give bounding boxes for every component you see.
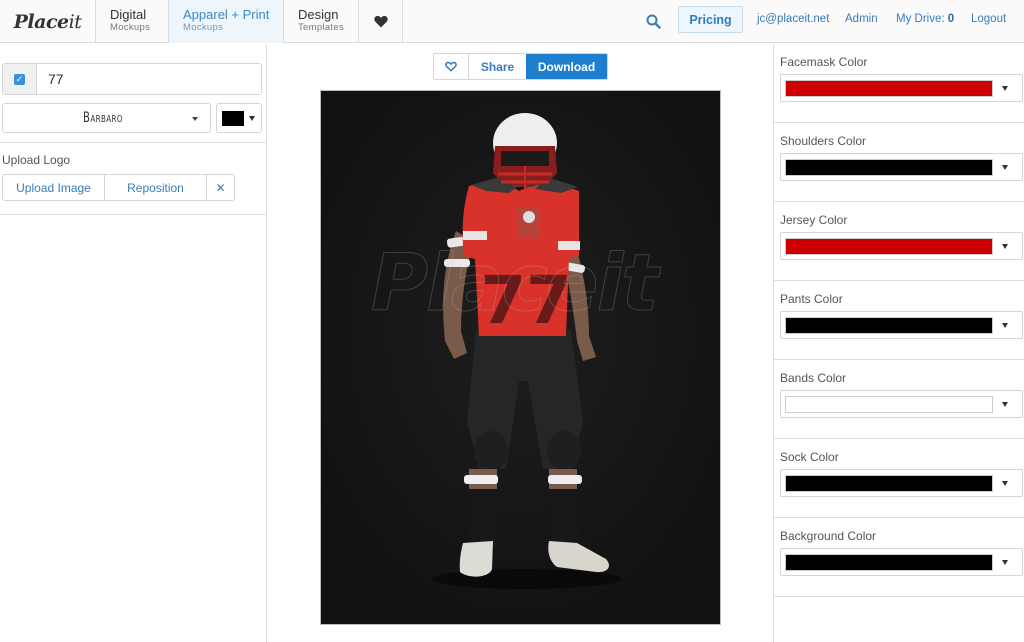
caret-down-icon xyxy=(249,116,255,121)
color-option-label: Jersey Color xyxy=(780,213,848,227)
color-option-sock: Sock Color xyxy=(774,439,1024,518)
nav-tab-digital-mockups[interactable]: Digital Mockups xyxy=(95,0,168,43)
close-icon: ✕ xyxy=(215,180,226,195)
nav-tab-apparel-print-mockups[interactable]: Apparel + Print Mockups xyxy=(168,0,283,43)
favorite-button[interactable] xyxy=(434,54,469,79)
caret-down-icon xyxy=(1002,86,1008,91)
search-button[interactable] xyxy=(643,10,663,32)
jersey-number-text: 77 xyxy=(480,262,572,339)
my-drive-count: 0 xyxy=(947,13,955,25)
color-swatch xyxy=(785,396,993,413)
reposition-button[interactable]: Reposition xyxy=(105,175,207,200)
color-swatch xyxy=(785,80,993,97)
nav-tab-subtitle: Mockups xyxy=(183,22,224,33)
caret-down-icon xyxy=(1002,323,1008,328)
pricing-button[interactable]: Pricing xyxy=(678,6,743,33)
upload-logo-button-group: Upload Image Reposition ✕ xyxy=(2,174,235,201)
color-swatch xyxy=(785,475,993,492)
color-option-dropdown[interactable] xyxy=(780,548,1023,576)
color-option-dropdown[interactable] xyxy=(780,232,1023,260)
color-option-label: Sock Color xyxy=(780,450,839,464)
color-option-dropdown[interactable] xyxy=(780,153,1023,181)
text-color-dropdown[interactable] xyxy=(216,103,262,133)
customization-panel: ✓ Barbaro Upload Logo Upload Image Repos… xyxy=(0,44,267,642)
color-option-dropdown[interactable] xyxy=(780,311,1023,339)
jersey-number-input[interactable] xyxy=(37,64,261,94)
logo-text-bold: Place xyxy=(13,10,69,33)
color-option-dropdown[interactable] xyxy=(780,469,1023,497)
my-drive-label: My Drive: xyxy=(896,13,945,25)
my-drive-link[interactable]: My Drive: 0 xyxy=(896,13,954,25)
nav-tab-subtitle: Mockups xyxy=(110,22,151,33)
share-button[interactable]: Share xyxy=(469,54,526,79)
color-option-dropdown[interactable] xyxy=(780,390,1023,418)
color-option-label: Facemask Color xyxy=(780,55,868,69)
caret-down-icon xyxy=(1002,244,1008,249)
nav-tab-subtitle: Templates xyxy=(298,22,344,33)
caret-down-icon xyxy=(1002,560,1008,565)
football-player-illustration: 77 xyxy=(321,91,720,624)
color-option-label: Bands Color xyxy=(780,371,847,385)
color-option-label: Pants Color xyxy=(780,292,843,306)
top-nav-bar: Place it Digital Mockups Apparel + Print … xyxy=(0,0,1024,43)
nav-tab-title: Design xyxy=(298,7,339,22)
font-select-value: Barbaro xyxy=(83,110,123,126)
section-divider xyxy=(0,142,266,143)
jersey-number-field-group: ✓ xyxy=(2,63,262,95)
caret-down-icon xyxy=(1002,402,1008,407)
clear-logo-button[interactable]: ✕ xyxy=(207,175,234,200)
download-button[interactable]: Download xyxy=(526,54,607,79)
checkbox-checked-icon: ✓ xyxy=(14,73,25,85)
color-option-label: Background Color xyxy=(780,529,877,543)
caret-down-icon xyxy=(1002,481,1008,486)
color-option-pants: Pants Color xyxy=(774,281,1024,360)
account-email-link[interactable]: jc@placeit.net xyxy=(757,13,829,25)
heart-outline-icon xyxy=(445,61,457,72)
placeit-logo[interactable]: Place it xyxy=(0,0,95,43)
jersey-number-toggle[interactable]: ✓ xyxy=(3,64,37,94)
logo-text-light: it xyxy=(68,10,82,33)
heart-icon xyxy=(373,15,388,28)
caret-down-icon xyxy=(192,117,198,121)
color-option-dropdown[interactable] xyxy=(780,74,1023,102)
text-color-swatch xyxy=(222,111,244,126)
color-swatch xyxy=(785,238,993,255)
admin-link[interactable]: Admin xyxy=(845,13,878,25)
logout-link[interactable]: Logout xyxy=(971,13,1006,25)
section-divider xyxy=(0,214,266,215)
color-option-shoulders: Shoulders Color xyxy=(774,123,1024,202)
favorites-tab[interactable] xyxy=(358,0,403,43)
color-option-bands: Bands Color xyxy=(774,360,1024,439)
font-select-dropdown[interactable]: Barbaro xyxy=(2,103,211,133)
color-option-background: Background Color xyxy=(774,518,1024,597)
caret-down-icon xyxy=(1002,165,1008,170)
color-option-facemask: Facemask Color xyxy=(774,44,1024,123)
upload-logo-label: Upload Logo xyxy=(2,153,71,167)
color-swatch xyxy=(785,159,993,176)
color-swatch xyxy=(785,317,993,334)
color-swatch xyxy=(785,554,993,571)
color-options-panel: Facemask Color Shoulders Color Jersey Co… xyxy=(773,44,1024,642)
nav-tab-design-templates[interactable]: Design Templates xyxy=(283,0,358,43)
upload-image-button[interactable]: Upload Image xyxy=(3,175,105,200)
preview-action-bar: Share Download xyxy=(433,53,608,80)
color-option-label: Shoulders Color xyxy=(780,134,867,148)
nav-tab-title: Apparel + Print xyxy=(183,7,270,22)
mockup-preview-image: 77 Placeit xyxy=(320,90,721,625)
search-icon xyxy=(646,14,661,29)
nav-tab-title: Digital xyxy=(110,7,147,22)
color-option-jersey: Jersey Color xyxy=(774,202,1024,281)
